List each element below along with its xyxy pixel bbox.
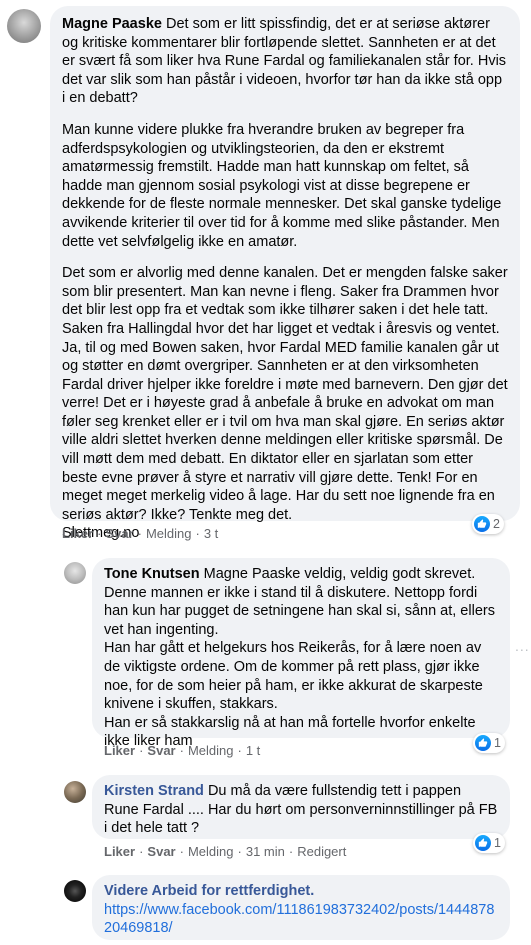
- reaction-count[interactable]: 1: [473, 733, 505, 753]
- timestamp[interactable]: 31 min: [246, 844, 285, 859]
- thumbs-up-icon: [475, 835, 491, 851]
- reply-button[interactable]: Svar: [147, 844, 175, 859]
- like-button[interactable]: Liker: [104, 844, 135, 859]
- report-button[interactable]: Melding: [146, 526, 192, 541]
- like-button[interactable]: Liker: [104, 743, 135, 758]
- reaction-count[interactable]: 2: [472, 514, 504, 534]
- post-link[interactable]: https://www.facebook.com/111861983732402…: [104, 902, 494, 937]
- timestamp[interactable]: 3 t: [204, 526, 218, 541]
- mention[interactable]: Magne Paaske: [204, 566, 301, 582]
- report-button[interactable]: Melding: [188, 743, 234, 758]
- comment-author[interactable]: Videre Arbeid for rettferdighet.: [104, 883, 314, 899]
- report-button[interactable]: Melding: [188, 844, 234, 859]
- comment-text: Det som er alvorlig med denne kanalen. D…: [62, 265, 508, 542]
- comment-author[interactable]: Kirsten Strand: [104, 783, 204, 799]
- avatar[interactable]: [64, 781, 86, 803]
- comment-bubble: Magne Paaske Det som er litt spissfindig…: [50, 6, 520, 541]
- comment-bubble: Tone Knutsen Magne Paaske veldig, veldig…: [92, 558, 510, 749]
- edited-label[interactable]: Redigert: [297, 844, 346, 859]
- comment-actions: Liker · Svar · Melding · 31 min · Redigert: [104, 844, 347, 859]
- thumbs-up-icon: [475, 735, 491, 751]
- comment-text: Videre Arbeid for rettferdighet. https:/…: [104, 882, 498, 938]
- avatar[interactable]: [64, 562, 86, 584]
- reaction-count[interactable]: 1: [473, 833, 505, 853]
- like-button[interactable]: Liker: [62, 526, 93, 541]
- comment-text: Kirsten Strand Du må da være fullstendig…: [104, 783, 498, 837]
- reply-button[interactable]: Svar: [105, 526, 133, 541]
- comment-text: Tone Knutsen Magne Paaske veldig, veldig…: [104, 566, 495, 750]
- comment-bubble: Kirsten Strand Du må da være fullstendig…: [92, 775, 510, 839]
- comment-bubble: Videre Arbeid for rettferdighet. https:/…: [92, 875, 510, 940]
- comment-author[interactable]: Magne Paaske: [62, 16, 162, 32]
- timestamp[interactable]: 1 t: [246, 743, 260, 758]
- avatar[interactable]: [64, 880, 86, 902]
- reply-button[interactable]: Svar: [147, 743, 175, 758]
- more-options-icon[interactable]: ...: [515, 638, 530, 654]
- avatar[interactable]: [7, 9, 41, 43]
- thumbs-up-icon: [474, 516, 490, 532]
- comment-actions: Liker · Svar · Melding · 3 t: [62, 526, 219, 541]
- comment-text: Man kunne videre plukke fra hverandre br…: [62, 121, 502, 250]
- comment-actions: Liker · Svar · Melding · 1 t: [104, 743, 261, 758]
- comment-author[interactable]: Tone Knutsen: [104, 566, 200, 582]
- comment-text: Magne Paaske Det som er litt spissfindig…: [62, 16, 507, 107]
